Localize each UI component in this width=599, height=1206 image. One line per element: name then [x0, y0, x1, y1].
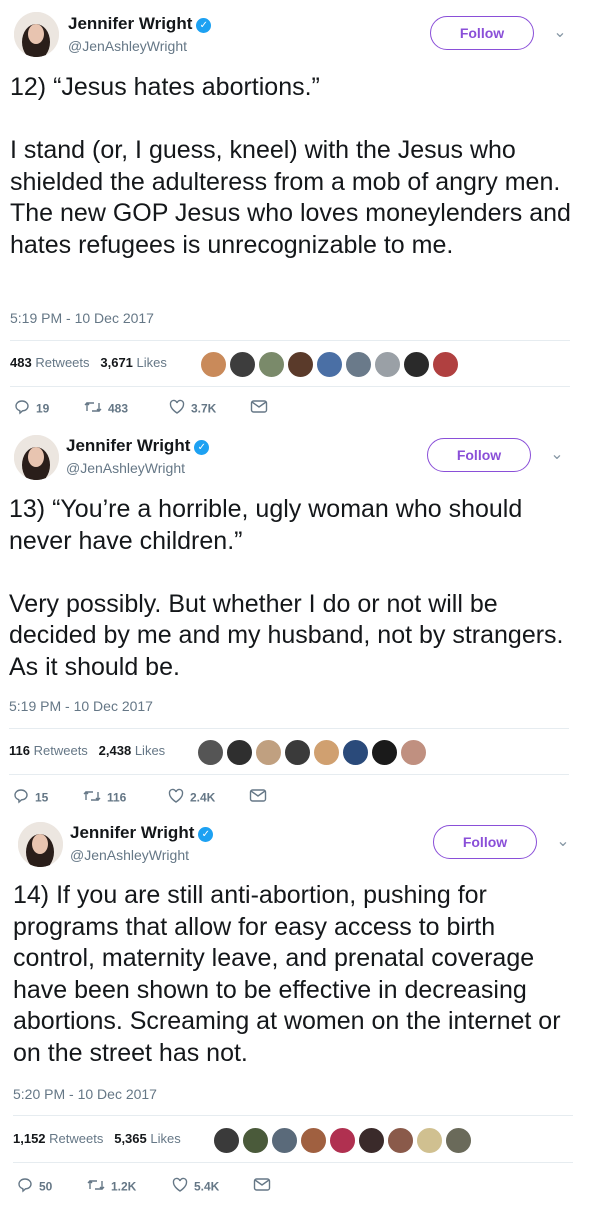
- retweet-button[interactable]: 116: [83, 788, 126, 807]
- liker-avatars: [197, 739, 437, 766]
- liker-avatar[interactable]: [287, 351, 314, 378]
- retweet-count-link[interactable]: 1,152 Retweets: [13, 1131, 103, 1146]
- liker-avatar[interactable]: [284, 739, 311, 766]
- follow-button[interactable]: Follow: [427, 438, 531, 472]
- tweet-text: 13) “You’re a horrible, ugly woman who s…: [9, 495, 564, 681]
- retweet-count-link[interactable]: 483 Retweets: [10, 355, 90, 370]
- follow-button[interactable]: Follow: [433, 825, 537, 859]
- liker-avatar[interactable]: [258, 351, 285, 378]
- retweet-count-link[interactable]: 116 Retweets: [9, 743, 88, 758]
- message-icon: [250, 399, 268, 417]
- avatar[interactable]: [14, 435, 59, 480]
- chevron-down-icon[interactable]: ⌄: [553, 831, 573, 851]
- liker-avatar[interactable]: [226, 739, 253, 766]
- like-count-link[interactable]: 2,438 Likes: [99, 743, 166, 758]
- liker-avatar[interactable]: [403, 351, 430, 378]
- liker-avatar[interactable]: [445, 1127, 472, 1154]
- retweet-button[interactable]: 483: [84, 399, 128, 418]
- like-icon: [169, 399, 185, 418]
- retweet-icon: [84, 399, 102, 418]
- tweet-text: 12) “Jesus hates abortions.” I stand (or…: [10, 73, 571, 259]
- divider: [10, 386, 570, 387]
- reply-button[interactable]: 19: [14, 399, 49, 418]
- tweet-timestamp[interactable]: 5:19 PM - 10 Dec 2017: [9, 698, 153, 714]
- like-icon: [172, 1177, 188, 1196]
- tweet-timestamp[interactable]: 5:19 PM - 10 Dec 2017: [10, 310, 154, 326]
- verified-badge-icon: ✓: [198, 827, 214, 842]
- liker-avatar[interactable]: [271, 1127, 298, 1154]
- liker-avatars: [213, 1127, 483, 1154]
- retweet-icon: [87, 1177, 105, 1196]
- message-button[interactable]: [250, 399, 274, 417]
- message-icon: [253, 1177, 271, 1195]
- liker-avatar[interactable]: [400, 739, 427, 766]
- divider: [9, 774, 569, 775]
- avatar[interactable]: [14, 12, 59, 57]
- follow-button[interactable]: Follow: [430, 16, 534, 50]
- divider: [13, 1115, 573, 1116]
- liker-avatar[interactable]: [358, 1127, 385, 1154]
- liker-avatar[interactable]: [371, 739, 398, 766]
- display-name[interactable]: Jennifer Wright ✓: [66, 436, 210, 456]
- tweet-actions: 15 116 2.4K: [13, 788, 313, 808]
- liker-avatar[interactable]: [329, 1127, 356, 1154]
- like-button[interactable]: 2.4K: [168, 788, 215, 807]
- chevron-down-icon[interactable]: ⌄: [547, 444, 567, 464]
- display-name[interactable]: Jennifer Wright ✓: [68, 14, 212, 34]
- reply-icon: [14, 399, 30, 418]
- engagement-stats: 1,152 Retweets 5,365 Likes: [13, 1131, 181, 1146]
- avatar[interactable]: [18, 822, 63, 867]
- tweet-actions: 19 483 3.7K: [14, 399, 314, 419]
- liker-avatar[interactable]: [387, 1127, 414, 1154]
- liker-avatar[interactable]: [345, 351, 372, 378]
- like-count-link[interactable]: 3,671 Likes: [100, 355, 167, 370]
- engagement-stats: 483 Retweets 3,671 Likes: [10, 355, 167, 370]
- user-handle[interactable]: @JenAshleyWright: [68, 38, 187, 54]
- liker-avatar[interactable]: [229, 351, 256, 378]
- liker-avatar[interactable]: [374, 351, 401, 378]
- liker-avatar[interactable]: [432, 351, 459, 378]
- like-button[interactable]: 3.7K: [169, 399, 216, 418]
- reply-button[interactable]: 15: [13, 788, 48, 807]
- liker-avatar[interactable]: [242, 1127, 269, 1154]
- like-count-link[interactable]: 5,365 Likes: [114, 1131, 181, 1146]
- liker-avatar[interactable]: [313, 739, 340, 766]
- display-name[interactable]: Jennifer Wright ✓: [70, 823, 214, 843]
- liker-avatar[interactable]: [300, 1127, 327, 1154]
- retweet-icon: [83, 788, 101, 807]
- verified-badge-icon: ✓: [196, 18, 212, 33]
- liker-avatar[interactable]: [213, 1127, 240, 1154]
- reply-icon: [17, 1177, 33, 1196]
- liker-avatar[interactable]: [197, 739, 224, 766]
- liker-avatar[interactable]: [416, 1127, 443, 1154]
- reply-icon: [13, 788, 29, 807]
- like-button[interactable]: 5.4K: [172, 1177, 219, 1196]
- reply-button[interactable]: 50: [17, 1177, 52, 1196]
- engagement-stats: 116 Retweets 2,438 Likes: [9, 743, 165, 758]
- liker-avatar[interactable]: [316, 351, 343, 378]
- verified-badge-icon: ✓: [194, 440, 210, 455]
- tweet-text: 14) If you are still anti-abortion, push…: [13, 881, 561, 1067]
- tweet-actions: 50 1.2K 5.4K: [17, 1177, 317, 1197]
- liker-avatar[interactable]: [200, 351, 227, 378]
- user-handle[interactable]: @JenAshleyWright: [70, 847, 189, 863]
- liker-avatars: [200, 351, 470, 378]
- divider: [13, 1162, 573, 1163]
- like-icon: [168, 788, 184, 807]
- user-handle[interactable]: @JenAshleyWright: [66, 460, 185, 476]
- chevron-down-icon[interactable]: ⌄: [550, 22, 570, 42]
- tweet-timestamp[interactable]: 5:20 PM - 10 Dec 2017: [13, 1086, 157, 1102]
- liker-avatar[interactable]: [255, 739, 282, 766]
- message-button[interactable]: [249, 788, 273, 806]
- liker-avatar[interactable]: [342, 739, 369, 766]
- divider: [10, 340, 570, 341]
- message-button[interactable]: [253, 1177, 277, 1195]
- retweet-button[interactable]: 1.2K: [87, 1177, 136, 1196]
- divider: [9, 728, 569, 729]
- message-icon: [249, 788, 267, 806]
